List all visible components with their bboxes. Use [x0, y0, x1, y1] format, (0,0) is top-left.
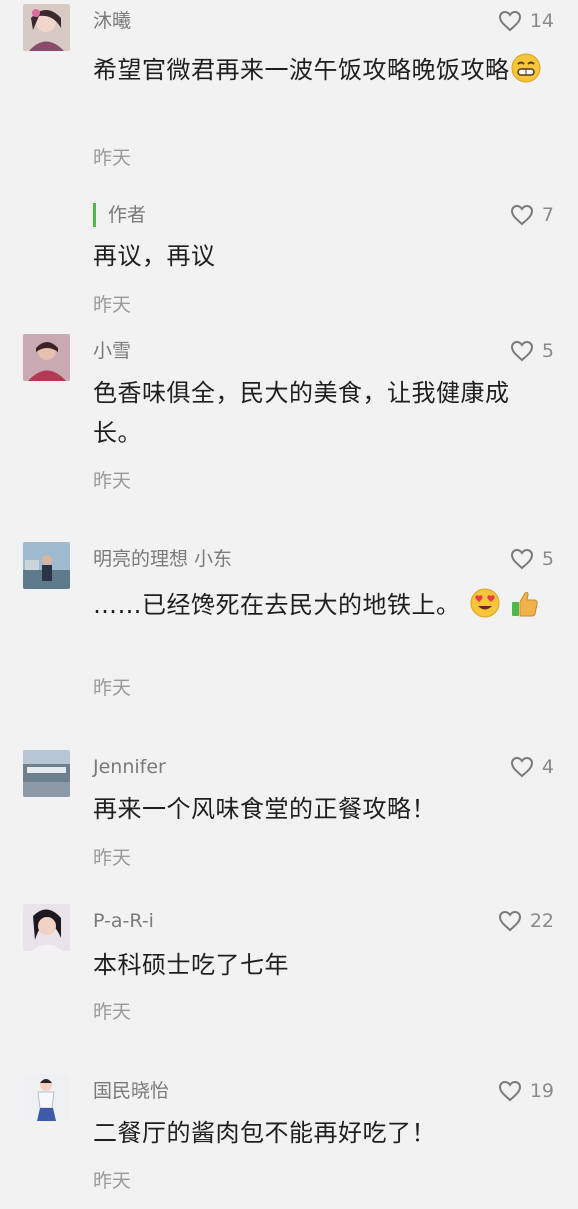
comment-time: 昨天 [93, 470, 132, 492]
avatar[interactable] [23, 334, 70, 381]
comment-time: 昨天 [93, 1170, 132, 1192]
heart-outline-icon [510, 548, 533, 570]
comment-time: 昨天 [93, 677, 132, 699]
heart-outline-icon [510, 204, 533, 226]
commenter-name[interactable]: 小雪 [93, 338, 131, 364]
comment-text: 二餐厅的酱肉包不能再好吃了！ [93, 1119, 436, 1147]
like-count: 19 [529, 1080, 554, 1102]
heart-outline-icon [510, 340, 533, 362]
comment-text: 希望官微君再来一波午饭攻略晚饭攻略 [93, 56, 510, 84]
like-count: 5 [541, 548, 554, 570]
heart-outline-icon [498, 1080, 521, 1102]
comment-text: ……已经馋死在去民大的地铁上。 [93, 591, 461, 619]
thumbs-up-emoji-icon [509, 587, 541, 619]
like-count: 22 [529, 910, 554, 932]
grin-emoji-icon [510, 52, 542, 84]
comment-time: 昨天 [93, 147, 132, 169]
commenter-name[interactable]: 明亮的理想 小东 [93, 546, 232, 572]
comment-time: 昨天 [93, 1001, 132, 1023]
like-button[interactable]: 7 [510, 202, 554, 228]
commenter-name[interactable]: Jennifer [93, 754, 166, 780]
commenter-name[interactable]: 沐曦 [93, 8, 131, 34]
like-button[interactable]: 19 [498, 1078, 554, 1104]
comment-text: 再议，再议 [93, 242, 216, 270]
heart-outline-icon [510, 756, 533, 778]
like-button[interactable]: 5 [510, 338, 554, 364]
like-button[interactable]: 22 [498, 908, 554, 934]
author-label: 作者 [93, 202, 146, 228]
comment-text-wrap: ……已经馋死在去民大的地铁上。 [93, 585, 548, 625]
comment-time: 昨天 [93, 294, 132, 316]
commenter-name[interactable]: 国民晓怡 [93, 1078, 169, 1104]
like-count: 4 [541, 756, 554, 778]
comment-text-wrap: 希望官微君再来一波午饭攻略晚饭攻略 [93, 50, 548, 90]
like-count: 7 [541, 204, 554, 226]
like-button[interactable]: 14 [498, 8, 554, 34]
heart-eyes-emoji-icon [469, 587, 501, 619]
avatar[interactable] [23, 904, 70, 951]
heart-outline-icon [498, 10, 521, 32]
like-button[interactable]: 5 [510, 546, 554, 572]
avatar[interactable] [23, 4, 70, 51]
heart-outline-icon [498, 910, 521, 932]
avatar[interactable] [23, 750, 70, 797]
comment-text: 再来一个风味食堂的正餐攻略！ [93, 795, 436, 823]
author-name: 作者 [108, 204, 147, 226]
like-count: 5 [541, 340, 554, 362]
comment-text: 色香味俱全，民大的美食，让我健康成长。 [93, 379, 510, 447]
commenter-name[interactable]: P-a-R-i [93, 908, 154, 934]
author-accent-bar [93, 203, 96, 227]
like-button[interactable]: 4 [510, 754, 554, 780]
avatar[interactable] [23, 542, 70, 589]
comment-time: 昨天 [93, 847, 132, 869]
like-count: 14 [529, 10, 554, 32]
avatar[interactable] [23, 1074, 70, 1121]
comment-text: 本科硕士吃了七年 [93, 951, 289, 979]
